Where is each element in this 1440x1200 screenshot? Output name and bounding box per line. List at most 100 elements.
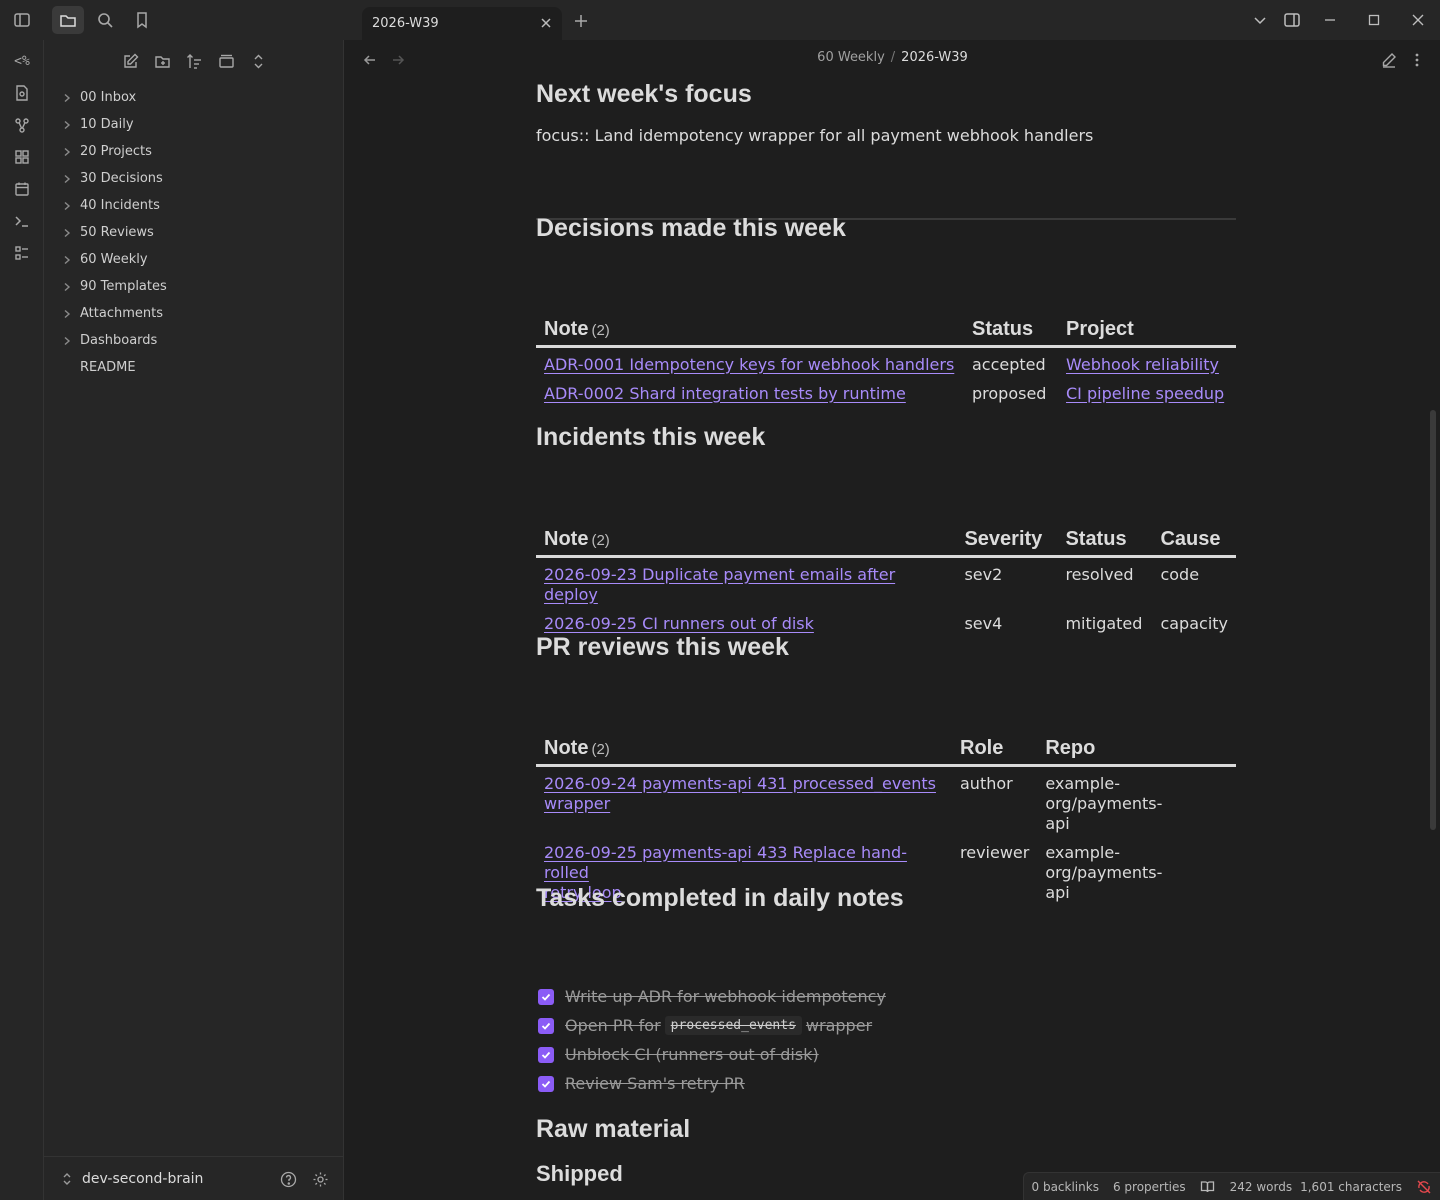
col-note[interactable]: Note (2) bbox=[536, 729, 952, 767]
col-cause[interactable]: Cause bbox=[1152, 520, 1236, 558]
col-note[interactable]: Note (2) bbox=[536, 310, 964, 348]
tree-item-label: 90 Templates bbox=[80, 279, 167, 294]
collapse-all-icon[interactable] bbox=[244, 47, 272, 75]
auto-reveal-icon[interactable] bbox=[212, 47, 240, 75]
folder-item[interactable]: 00 Inbox bbox=[44, 84, 344, 111]
toggle-sidebar-icon[interactable] bbox=[6, 6, 38, 34]
decision-link[interactable]: ADR-0001 Idempotency keys for webhook ha… bbox=[544, 355, 954, 374]
editor-pane: 60 Weekly / 2026-W39 Next week's focus foc… bbox=[345, 40, 1440, 1200]
help-icon[interactable] bbox=[274, 1165, 302, 1193]
terminal-icon[interactable] bbox=[0, 205, 44, 237]
maximize-icon[interactable] bbox=[1352, 0, 1396, 40]
folder-item[interactable]: Dashboards bbox=[44, 327, 344, 354]
breadcrumb-parent[interactable]: 60 Weekly bbox=[817, 50, 885, 65]
files-icon[interactable] bbox=[52, 6, 84, 34]
search-icon[interactable] bbox=[89, 6, 121, 34]
chevron-right-icon[interactable] bbox=[62, 309, 80, 319]
row-count: (2) bbox=[591, 531, 610, 549]
backlinks-count[interactable]: 0 backlinks bbox=[1032, 1180, 1099, 1194]
folder-item[interactable]: 10 Daily bbox=[44, 111, 344, 138]
row-count: (2) bbox=[591, 321, 610, 339]
col-project[interactable]: Project bbox=[1058, 310, 1236, 348]
sort-icon[interactable] bbox=[180, 47, 208, 75]
col-status[interactable]: Status bbox=[964, 310, 1058, 348]
new-note-icon[interactable] bbox=[116, 47, 144, 75]
tab-list-chevron-down-icon[interactable] bbox=[1244, 0, 1276, 40]
chevron-right-icon[interactable] bbox=[62, 336, 80, 346]
folder-item[interactable]: 60 Weekly bbox=[44, 246, 344, 273]
reading-book-icon[interactable] bbox=[1200, 1179, 1216, 1195]
folder-item[interactable]: 50 Reviews bbox=[44, 219, 344, 246]
row-count: (2) bbox=[591, 740, 610, 758]
task-list: Write up ADR for webhook idempotency Ope… bbox=[536, 982, 1236, 1098]
open-note-icon[interactable] bbox=[0, 77, 44, 109]
sync-error-icon[interactable] bbox=[1416, 1179, 1432, 1195]
folder-item[interactable]: 40 Incidents bbox=[44, 192, 344, 219]
inline-code: processed_events bbox=[664, 1016, 802, 1035]
close-icon[interactable] bbox=[538, 15, 554, 31]
chevron-right-icon[interactable] bbox=[62, 201, 80, 211]
folder-item[interactable]: 90 Templates bbox=[44, 273, 344, 300]
heading-tasks: Tasks completed in daily notes bbox=[536, 884, 904, 912]
checkbox-checked-icon[interactable] bbox=[538, 1046, 554, 1063]
incident-link[interactable]: 2026-09-23 Duplicate payment emails afte… bbox=[544, 565, 895, 604]
file-explorer-sidebar: 00 Inbox 10 Daily 20 Projects 30 Decisions 4… bbox=[44, 40, 344, 1200]
graph-view-icon[interactable] bbox=[0, 109, 44, 141]
heading-incidents: Incidents this week bbox=[536, 423, 766, 451]
chevron-right-icon[interactable] bbox=[62, 93, 80, 103]
toggle-right-sidebar-icon[interactable] bbox=[1276, 0, 1308, 40]
vault-chevron-updown-icon[interactable] bbox=[60, 1172, 74, 1186]
project-link[interactable]: CI pipeline speedup bbox=[1066, 384, 1224, 403]
canvas-icon[interactable] bbox=[0, 141, 44, 173]
incident-link[interactable]: 2026-09-25 CI runners out of disk bbox=[544, 614, 814, 633]
close-window-icon[interactable] bbox=[1396, 0, 1440, 40]
tree-item-label: README bbox=[80, 360, 136, 375]
chevron-right-icon[interactable] bbox=[62, 147, 80, 157]
decision-status: accepted bbox=[972, 354, 1046, 374]
col-note[interactable]: Note (2) bbox=[536, 520, 957, 558]
breadcrumb-current[interactable]: 2026-W39 bbox=[901, 50, 968, 65]
checkbox-checked-icon[interactable] bbox=[538, 1017, 554, 1034]
folder-item[interactable]: Attachments bbox=[44, 300, 344, 327]
folder-item[interactable]: 20 Projects bbox=[44, 138, 344, 165]
tab-active-note[interactable]: 2026-W39 bbox=[362, 7, 562, 40]
character-count: 1,601 characters bbox=[1300, 1179, 1402, 1194]
chevron-right-icon[interactable] bbox=[62, 120, 80, 130]
bookmark-icon[interactable] bbox=[126, 6, 158, 34]
vault-switcher[interactable]: dev-second-brain bbox=[44, 1156, 344, 1200]
chevron-right-icon[interactable] bbox=[62, 255, 80, 265]
chevron-right-icon[interactable] bbox=[62, 282, 80, 292]
col-status[interactable]: Status bbox=[1057, 520, 1153, 558]
dataview-icon[interactable] bbox=[0, 237, 44, 269]
project-link[interactable]: Webhook reliability bbox=[1066, 355, 1219, 374]
templater-icon[interactable]: <% bbox=[0, 45, 44, 77]
task-text: Unblock CI (runners out of disk) bbox=[565, 1045, 819, 1064]
calendar-icon[interactable] bbox=[0, 173, 44, 205]
new-tab-plus-icon[interactable] bbox=[570, 10, 592, 32]
checkbox-checked-icon[interactable] bbox=[538, 988, 554, 1005]
more-options-icon[interactable] bbox=[1406, 49, 1428, 71]
checkbox-checked-icon[interactable] bbox=[538, 1075, 554, 1092]
col-role[interactable]: Role bbox=[952, 729, 1038, 767]
status-bar: 0 backlinks 6 properties 242 words 1,601… bbox=[1022, 1172, 1440, 1200]
file-item[interactable]: README bbox=[44, 354, 344, 381]
folder-item[interactable]: 30 Decisions bbox=[44, 165, 344, 192]
incidents-table: Note (2) Severity Status Cause 2026-09-23… bbox=[536, 520, 1236, 639]
task-text: Open PR for bbox=[565, 1016, 661, 1035]
incident-cause: capacity bbox=[1160, 613, 1228, 633]
chevron-right-icon[interactable] bbox=[62, 174, 80, 184]
settings-gear-icon[interactable] bbox=[306, 1165, 334, 1193]
minimize-icon[interactable] bbox=[1308, 0, 1352, 40]
edit-pencil-icon[interactable] bbox=[1378, 49, 1400, 71]
col-severity[interactable]: Severity bbox=[956, 520, 1058, 558]
table-header-row: Note (2) Status Project bbox=[536, 310, 1236, 348]
scrollbar[interactable] bbox=[1430, 410, 1436, 830]
chevron-right-icon[interactable] bbox=[62, 228, 80, 238]
review-link[interactable]: 2026-09-24 payments-api 431 processed_ev… bbox=[544, 774, 936, 813]
new-folder-icon[interactable] bbox=[148, 47, 176, 75]
word-count: 242 words bbox=[1229, 1179, 1293, 1194]
properties-count[interactable]: 6 properties bbox=[1113, 1180, 1186, 1194]
col-repo[interactable]: Repo bbox=[1037, 729, 1236, 767]
decision-link[interactable]: ADR-0002 Shard integration tests by runt… bbox=[544, 384, 906, 403]
review-repo: example-org/payments-api bbox=[1045, 773, 1163, 833]
